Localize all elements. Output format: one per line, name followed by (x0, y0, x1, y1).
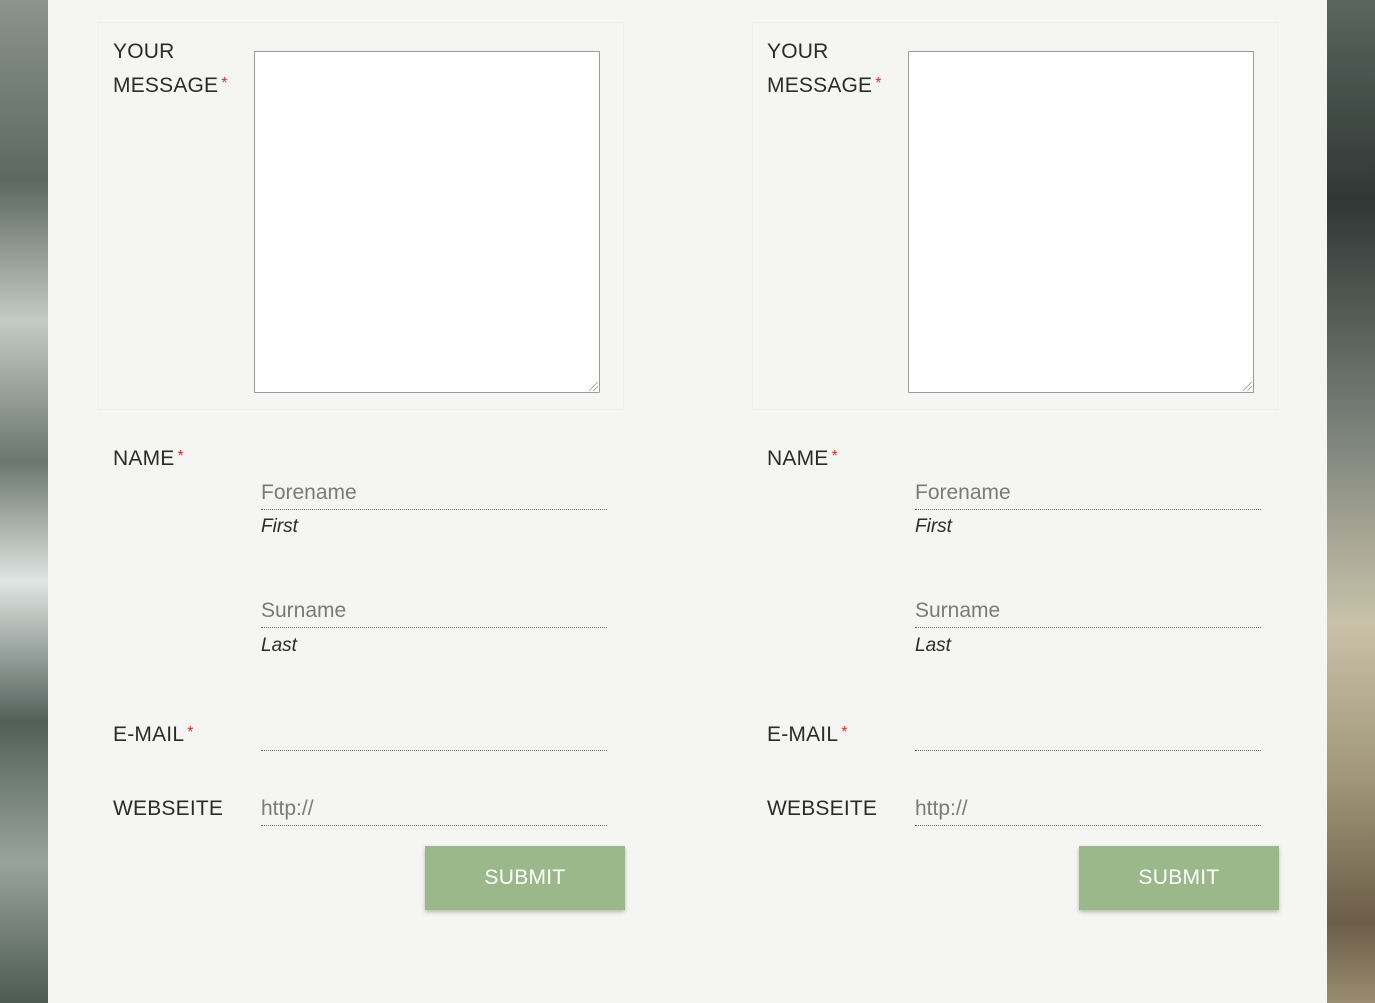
first-sublabel: First (261, 516, 298, 537)
email-label: E-MAIL * (767, 723, 848, 746)
required-mark: * (221, 75, 228, 92)
submit-button[interactable]: SUBMIT (425, 846, 625, 910)
website-input[interactable]: http:// (915, 792, 1261, 826)
website-input[interactable]: http:// (261, 792, 607, 826)
background-photo-right (1327, 0, 1375, 1003)
resize-grip-icon[interactable] (1243, 382, 1252, 391)
required-mark: * (875, 75, 882, 92)
forename-input[interactable]: Forename (915, 476, 1261, 510)
website-label: WEBSEITE (767, 797, 878, 820)
email-input[interactable] (261, 717, 607, 751)
surname-input[interactable]: Surname (261, 594, 607, 628)
message-textarea[interactable] (908, 51, 1254, 393)
email-input[interactable] (915, 717, 1261, 751)
email-label: E-MAIL * (113, 723, 194, 746)
message-textarea[interactable] (254, 51, 600, 393)
forename-input[interactable]: Forename (261, 476, 607, 510)
required-mark: * (841, 724, 848, 741)
first-sublabel: First (915, 516, 952, 537)
website-label: WEBSEITE (113, 797, 224, 820)
submit-button[interactable]: SUBMIT (1079, 846, 1279, 910)
content-panel: YOUR MESSAGE * NAME * Forename First Surna… (48, 0, 1327, 1003)
last-sublabel: Last (915, 635, 951, 656)
required-mark: * (177, 448, 184, 465)
required-mark: * (187, 724, 194, 741)
message-label: YOUR MESSAGE * (767, 40, 882, 97)
required-mark: * (831, 448, 838, 465)
background-photo-left (0, 0, 48, 1003)
name-label: NAME * (767, 447, 838, 470)
resize-grip-icon[interactable] (589, 382, 598, 391)
surname-input[interactable]: Surname (915, 594, 1261, 628)
last-sublabel: Last (261, 635, 297, 656)
message-label: YOUR MESSAGE * (113, 40, 228, 97)
name-label: NAME * (113, 447, 184, 470)
